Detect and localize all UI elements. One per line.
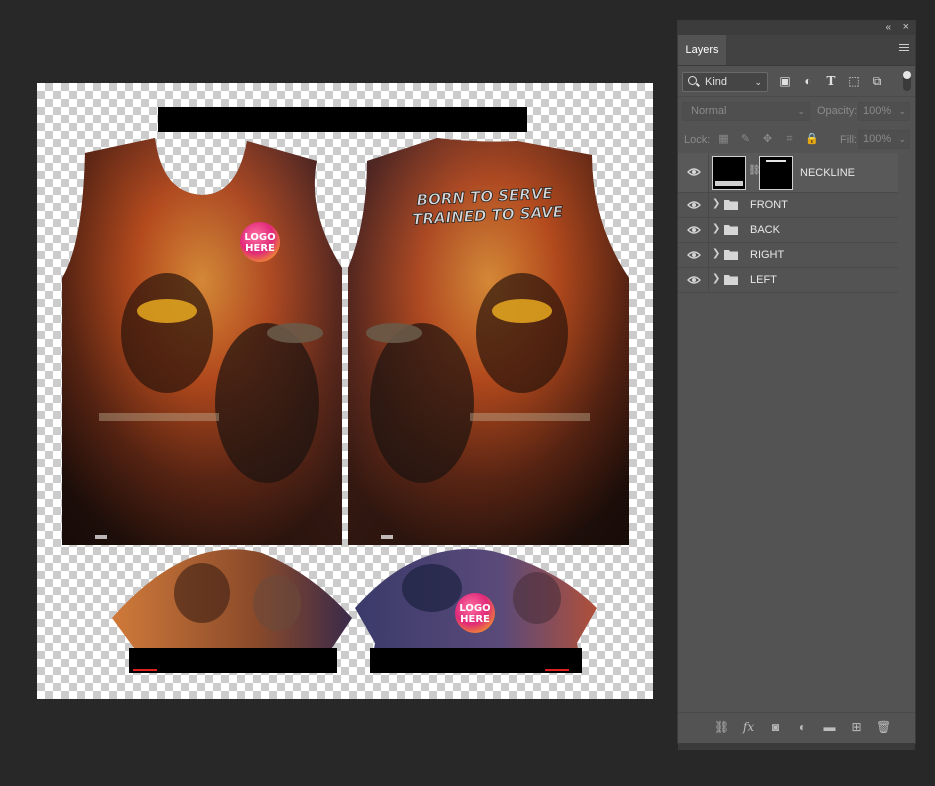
filter-toggle[interactable] bbox=[903, 71, 911, 91]
logo-front-line1: LOGO bbox=[244, 232, 275, 243]
panel-title-strip: « × bbox=[678, 21, 915, 35]
panel-menu-icon[interactable] bbox=[899, 44, 909, 53]
collapse-panel-icon[interactable]: « bbox=[885, 22, 891, 33]
eye-icon[interactable] bbox=[687, 198, 701, 212]
lock-label: Lock: bbox=[684, 134, 711, 146]
left-sleeve-cuff bbox=[129, 648, 337, 673]
kind-filter-label: Kind bbox=[705, 76, 728, 88]
document-canvas[interactable]: LOGO HERE LOGO HERE BORN TO SERVE TRAINE… bbox=[37, 83, 653, 699]
layers-panel: « × Layers Kind ⌄ ▣ ◐ T ⬚ ⧉ Normal ⌄ Opa… bbox=[677, 20, 916, 750]
tab-layers[interactable]: Layers bbox=[678, 35, 726, 65]
blend-row: Normal ⌄ Opacity: 100% ⌄ bbox=[678, 96, 915, 125]
layer-mask-thumbnail[interactable] bbox=[759, 156, 793, 190]
layer-name[interactable]: NECKLINE bbox=[800, 167, 855, 179]
layer-row-back[interactable]: ❯ BACK bbox=[678, 218, 898, 243]
adjustment-layer-icon[interactable]: ◐ bbox=[795, 720, 810, 735]
folder-icon bbox=[724, 250, 738, 260]
eye-icon[interactable] bbox=[687, 223, 701, 237]
group-name[interactable]: FRONT bbox=[750, 199, 788, 211]
layer-thumbnail[interactable] bbox=[712, 156, 746, 190]
fill-value: 100% bbox=[863, 133, 892, 145]
new-layer-icon[interactable]: ⊞ bbox=[849, 720, 864, 735]
logo-sleeve-line2: HERE bbox=[460, 614, 490, 625]
chevron-right-icon[interactable]: ❯ bbox=[712, 248, 720, 259]
logo-placeholder-sleeve: LOGO HERE bbox=[455, 593, 495, 633]
group-name[interactable]: LEFT bbox=[750, 274, 777, 286]
bottom-toolbar-icons: ⛓ fx ◙ ◐ ▬ ⊞ 🗑 bbox=[714, 720, 891, 735]
layer-row-neckline[interactable]: ⛓ NECKLINE bbox=[678, 153, 898, 193]
shape-filter-icon[interactable]: ⬚ bbox=[847, 74, 861, 88]
filter-row: Kind ⌄ ▣ ◐ T ⬚ ⧉ bbox=[678, 66, 915, 96]
folder-icon bbox=[724, 275, 738, 285]
layers-list: ⛓ NECKLINE ❯ FRONT ❯ BACK ❯ RIGHT ❯ LEFT bbox=[678, 153, 898, 293]
panel-resize-grip[interactable] bbox=[678, 744, 915, 750]
chevron-down-icon: ⌄ bbox=[797, 106, 805, 116]
chevron-down-icon: ⌄ bbox=[898, 134, 906, 144]
chevron-down-icon: ⌄ bbox=[898, 106, 906, 116]
kind-filter-select[interactable]: Kind ⌄ bbox=[682, 72, 768, 92]
opacity-label: Opacity: bbox=[817, 105, 858, 117]
eye-icon[interactable] bbox=[687, 165, 701, 179]
image-filter-icon[interactable]: ▣ bbox=[778, 74, 792, 88]
jersey-artwork: LOGO HERE LOGO HERE BORN TO SERVE TRAINE… bbox=[62, 107, 629, 673]
layers-bottom-toolbar: ⛓ fx ◙ ◐ ▬ ⊞ 🗑 bbox=[678, 712, 915, 750]
type-filter-icon[interactable]: T bbox=[824, 74, 838, 88]
slogan-text: BORN TO SERVE TRAINED TO SAVE bbox=[411, 184, 564, 229]
blend-mode-select[interactable]: Normal ⌄ bbox=[682, 102, 810, 121]
logo-sleeve-line1: LOGO bbox=[459, 603, 490, 614]
layer-row-front[interactable]: ❯ FRONT bbox=[678, 193, 898, 218]
chevron-right-icon[interactable]: ❯ bbox=[712, 198, 720, 209]
opacity-field[interactable]: 100% ⌄ bbox=[858, 102, 910, 121]
lock-move-icon[interactable]: ✥ bbox=[761, 133, 774, 146]
adjustment-filter-icon[interactable]: ◐ bbox=[801, 74, 815, 88]
logo-placeholder-front: LOGO HERE bbox=[240, 222, 280, 262]
fill-field[interactable]: 100% ⌄ bbox=[858, 130, 910, 149]
chevron-right-icon[interactable]: ❯ bbox=[712, 273, 720, 284]
panel-tabbar: Layers bbox=[678, 35, 915, 66]
layer-style-icon[interactable]: fx bbox=[741, 720, 756, 735]
lock-all-icon[interactable]: 🔒 bbox=[805, 133, 819, 146]
group-name[interactable]: BACK bbox=[750, 224, 780, 236]
add-mask-icon[interactable]: ◙ bbox=[768, 720, 783, 735]
close-panel-icon[interactable]: × bbox=[903, 21, 909, 33]
eye-icon[interactable] bbox=[687, 273, 701, 287]
trash-icon[interactable]: 🗑 bbox=[876, 720, 891, 735]
chevron-down-icon: ⌄ bbox=[754, 77, 762, 87]
neckline-bar bbox=[158, 107, 527, 132]
logo-front-line2: HERE bbox=[245, 243, 275, 254]
lock-row: Lock: ▦ ✎ ✥ ⌗ 🔒 Fill: 100% ⌄ bbox=[678, 125, 915, 153]
filter-icons: ▣ ◐ T ⬚ ⧉ bbox=[778, 74, 884, 88]
opacity-value: 100% bbox=[863, 105, 892, 117]
lock-brush-icon[interactable]: ✎ bbox=[739, 133, 752, 146]
group-name[interactable]: RIGHT bbox=[750, 249, 784, 261]
search-icon bbox=[688, 76, 697, 85]
folder-icon bbox=[724, 200, 738, 210]
chevron-right-icon[interactable]: ❯ bbox=[712, 223, 720, 234]
lock-icons: ▦ ✎ ✥ ⌗ 🔒 bbox=[717, 133, 818, 146]
folder-icon bbox=[724, 225, 738, 235]
layer-row-right[interactable]: ❯ RIGHT bbox=[678, 243, 898, 268]
lock-transparency-icon[interactable]: ▦ bbox=[717, 133, 730, 146]
document-canvas-area[interactable]: LOGO HERE LOGO HERE BORN TO SERVE TRAINE… bbox=[0, 0, 672, 786]
blend-mode-value: Normal bbox=[691, 105, 727, 117]
eye-icon[interactable] bbox=[687, 248, 701, 262]
fill-label: Fill: bbox=[840, 134, 858, 146]
link-icon[interactable]: ⛓ bbox=[748, 165, 761, 179]
lock-artboard-icon[interactable]: ⌗ bbox=[783, 133, 796, 146]
new-group-icon[interactable]: ▬ bbox=[822, 720, 837, 735]
smart-object-filter-icon[interactable]: ⧉ bbox=[870, 74, 884, 88]
link-layers-icon[interactable]: ⛓ bbox=[714, 720, 729, 735]
layer-row-left[interactable]: ❯ LEFT bbox=[678, 268, 898, 293]
